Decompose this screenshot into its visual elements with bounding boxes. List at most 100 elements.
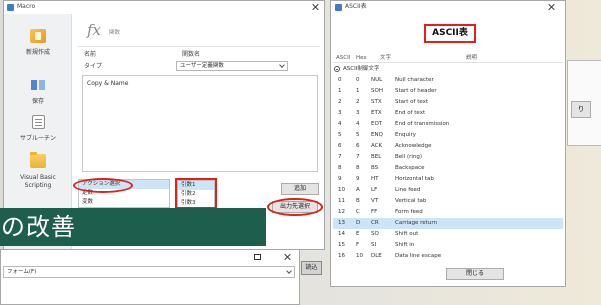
ascii-code-cell: SO <box>371 231 379 237</box>
sidebar-item-label: Visual Basic Scripting <box>20 174 56 189</box>
table-row[interactable]: 0 0 NUL Null character <box>333 75 563 86</box>
maximize-icon[interactable] <box>254 254 261 260</box>
script-icon <box>31 115 45 129</box>
sidebar-item-subroutine[interactable]: サブルーチン <box>4 115 72 143</box>
function-caption: 関数 <box>109 30 121 36</box>
form-window: フォーム(F) <box>0 249 300 305</box>
close-icon[interactable] <box>283 253 291 261</box>
type-label: タイプ <box>84 63 103 70</box>
ascii-dec-cell: 15 <box>338 242 345 248</box>
ascii-description-cell: Carriage return <box>395 220 437 226</box>
ascii-hex-cell: 1 <box>356 88 360 94</box>
ascii-hex-cell: 3 <box>356 110 360 116</box>
ascii-description-cell: Data line escape <box>395 253 442 259</box>
table-row[interactable]: 5 5 ENQ Enquiry <box>333 130 563 141</box>
caption-banner: の改善 <box>0 208 266 246</box>
table-row[interactable]: 4 4 EOT End of transmission <box>333 119 563 130</box>
table-row[interactable]: 12 C FF Form feed <box>333 207 563 218</box>
ascii-hex-cell: 8 <box>356 165 360 171</box>
form-field[interactable]: フォーム(F) <box>3 266 295 278</box>
ascii-hex-cell: 6 <box>356 143 360 149</box>
ascii-dec-cell: 4 <box>338 121 342 127</box>
sidebar-item-vbscript[interactable]: Visual Basic Scripting <box>4 152 72 190</box>
ascii-hex-cell: 5 <box>356 132 360 138</box>
table-row[interactable]: 3 3 ETX End of text <box>333 108 563 119</box>
ascii-hex-cell: B <box>356 198 360 204</box>
ascii-dec-cell: 12 <box>338 209 345 215</box>
ascii-hex-cell: 10 <box>356 253 363 259</box>
macro-title-bar[interactable]: Macro <box>4 1 324 14</box>
table-row[interactable]: 10 A LF Line feed <box>333 185 563 196</box>
macro-window-title: Macro <box>17 3 36 10</box>
column-header-ascii[interactable]: ASCII <box>336 54 350 62</box>
ascii-window-title: ASCII表 <box>345 3 367 10</box>
ascii-dec-cell: 14 <box>338 231 345 237</box>
ascii-title-bar[interactable]: ASCII表 <box>331 1 565 14</box>
column-header-char[interactable]: 文字 <box>380 54 391 62</box>
ascii-rows: 0 0 NUL Null character 1 1 SOH Start of header 2… <box>333 75 563 262</box>
annotation-ellipse <box>267 198 323 216</box>
table-row[interactable]: 1 1 SOH Start of header <box>333 86 563 97</box>
table-row[interactable]: 15 F SI Shift in <box>333 240 563 251</box>
ascii-dec-cell: 8 <box>338 165 342 171</box>
code-editor[interactable]: Copy & Name <box>82 75 318 172</box>
ascii-dec-cell: 0 <box>338 77 342 83</box>
ascii-dec-cell: 7 <box>338 154 342 160</box>
ascii-description-cell: Null character <box>395 77 434 83</box>
sidebar-item-new[interactable]: 新規作成 <box>4 29 72 57</box>
ascii-hex-cell: 4 <box>356 121 360 127</box>
ascii-dec-cell: 3 <box>338 110 342 116</box>
ascii-code-cell: BS <box>371 165 379 171</box>
ascii-dec-cell: 11 <box>338 198 345 204</box>
ascii-hex-cell: F <box>356 242 360 248</box>
sidebar-item-save[interactable]: 保存 <box>4 78 72 106</box>
table-row[interactable]: 2 2 STX Start of text <box>333 97 563 108</box>
ascii-code-cell: LF <box>371 187 378 193</box>
partial-button[interactable]: り <box>571 101 591 118</box>
table-row[interactable]: 11 B VT Vertical tab <box>333 196 563 207</box>
ascii-hex-cell: C <box>356 209 360 215</box>
ascii-hex-cell: E <box>356 231 360 237</box>
ascii-group-row[interactable]: ASCII制御文字 <box>333 64 563 74</box>
type-dropdown[interactable]: ユーザー定義関数 <box>176 61 288 71</box>
collapse-icon[interactable] <box>334 66 340 72</box>
ascii-dec-cell: 9 <box>338 176 342 182</box>
ascii-description-cell: Shift out <box>395 231 419 237</box>
ascii-description-cell: End of transmission <box>395 121 450 127</box>
table-row[interactable]: 6 6 ACK Acknowledge <box>333 141 563 152</box>
load-button[interactable]: 読込 <box>301 261 322 275</box>
table-row[interactable]: 8 8 BS Backspace <box>333 163 563 174</box>
list-item[interactable]: 変数 <box>79 198 169 207</box>
ascii-code-cell: ETX <box>371 110 382 116</box>
add-button[interactable]: 追加 <box>281 183 319 195</box>
close-icon[interactable] <box>311 3 319 11</box>
table-row[interactable]: 7 7 BEL Bell (ring) <box>333 152 563 163</box>
sidebar-item-label: 新規作成 <box>25 49 50 56</box>
table-row[interactable]: 16 10 DLE Data line escape <box>333 251 563 262</box>
annotation-ellipse <box>73 178 133 193</box>
ascii-app-icon <box>335 4 342 11</box>
close-icon[interactable] <box>547 3 555 11</box>
ascii-description-cell: Start of header <box>395 88 437 94</box>
column-header-description[interactable]: 説明 <box>466 54 477 62</box>
table-row[interactable]: 13 D CR Carriage return <box>333 218 563 229</box>
ascii-dec-cell: 2 <box>338 99 342 105</box>
name-label: 名前 <box>84 51 97 58</box>
background-window: り <box>567 60 601 146</box>
table-row[interactable]: 9 9 HT Horizontal tab <box>333 174 563 185</box>
table-row[interactable]: 14 E SO Shift out <box>333 229 563 240</box>
folder-icon <box>30 152 46 168</box>
ascii-dec-cell: 10 <box>338 187 345 193</box>
column-header-hex[interactable]: Hex <box>356 54 367 62</box>
function-icon: fx <box>87 21 102 39</box>
ascii-description-cell: Horizontal tab <box>395 176 434 182</box>
ascii-description-cell: Vertical tab <box>395 198 427 204</box>
save-icon <box>30 78 46 92</box>
ascii-code-cell: NUL <box>371 77 383 83</box>
ascii-hex-cell: 9 <box>356 176 360 182</box>
ascii-code-cell: BEL <box>371 154 382 160</box>
chevron-down-icon <box>286 268 292 274</box>
name-value[interactable]: 関数名 <box>182 50 200 59</box>
close-button[interactable]: 閉じる <box>446 268 504 280</box>
macro-app-icon <box>7 4 14 11</box>
